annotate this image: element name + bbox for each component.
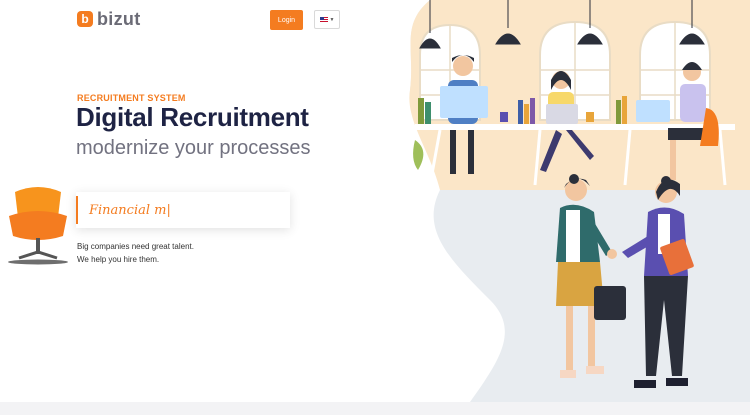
typing-text-box: Financial m| [76, 192, 290, 228]
hero-subhead: modernize your processes [76, 137, 311, 159]
footer-strip [0, 402, 750, 415]
landing-page: b bizut Login ▼ RECRUITMENT SYSTEM Digit… [0, 0, 750, 415]
orange-chair-illustration [8, 187, 68, 265]
brand-logo[interactable]: b bizut [77, 10, 141, 28]
us-flag-icon [319, 16, 328, 23]
brand-name: bizut [97, 9, 141, 29]
login-button[interactable]: Login [270, 10, 303, 30]
hero-description: Big companies need great talent. We help… [77, 240, 194, 266]
hero-headline: Digital Recruitment [76, 102, 309, 132]
brand-logo-icon: b [77, 11, 93, 27]
language-selector[interactable]: ▼ [314, 10, 340, 29]
description-line-2: We help you hire them. [77, 255, 160, 264]
chevron-down-icon: ▼ [329, 16, 335, 23]
accent-bar [76, 196, 78, 224]
description-line-1: Big companies need great talent. [77, 242, 194, 251]
typing-text: Financial m| [89, 202, 171, 218]
